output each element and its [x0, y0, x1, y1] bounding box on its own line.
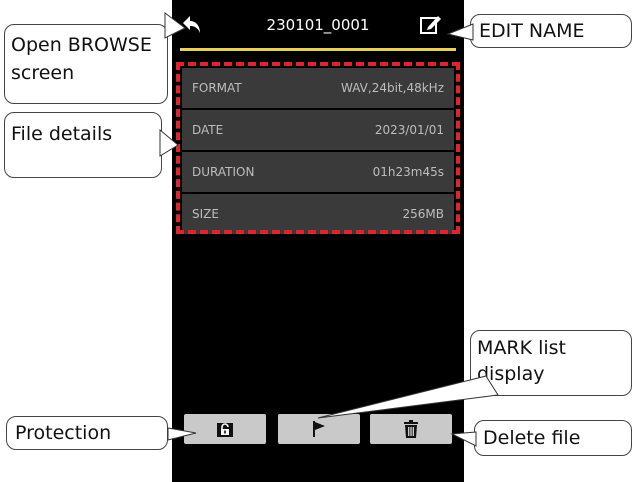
- device-screen: 230101_0001 FORMAT WAV,24bit,48kHz DATE …: [172, 0, 464, 482]
- detail-value: WAV,24bit,48kHz: [341, 81, 444, 95]
- mark-list-button[interactable]: [278, 414, 360, 444]
- callout-open-browse-line2: screen: [11, 62, 75, 84]
- callout-delete-file-label: Delete file: [483, 427, 581, 449]
- edit-name-button[interactable]: [418, 12, 444, 38]
- top-bar: 230101_0001: [172, 0, 464, 48]
- detail-row-date: DATE 2023/01/01: [182, 110, 454, 150]
- detail-label: DATE: [192, 123, 224, 137]
- callout-delete-file: Delete file: [474, 420, 632, 456]
- detail-row-format: FORMAT WAV,24bit,48kHz: [182, 68, 454, 108]
- back-arrow-icon: [183, 16, 200, 33]
- unlock-icon: [217, 423, 233, 437]
- callout-edit-name-label: EDIT NAME: [479, 20, 585, 42]
- callout-open-browse-line1: Open BROWSE: [11, 34, 152, 56]
- edit-icon: [420, 16, 441, 34]
- callout-mark-list: MARK list display: [470, 330, 632, 396]
- callout-mark-list-line2: display: [477, 363, 545, 385]
- callout-file-details-label: File details: [11, 123, 113, 145]
- protect-button[interactable]: [184, 414, 266, 444]
- file-details-panel: FORMAT WAV,24bit,48kHz DATE 2023/01/01 D…: [176, 62, 460, 234]
- detail-label: FORMAT: [192, 81, 242, 95]
- file-title: 230101_0001: [266, 16, 370, 34]
- detail-row-size: SIZE 256MB: [182, 194, 454, 234]
- detail-value: 2023/01/01: [374, 123, 444, 137]
- detail-label: DURATION: [192, 165, 255, 179]
- detail-value: 256MB: [402, 207, 445, 221]
- detail-row-duration: DURATION 01h23m45s: [182, 152, 454, 192]
- detail-value: 01h23m45s: [372, 165, 444, 179]
- detail-label: SIZE: [192, 207, 219, 221]
- callout-open-browse: Open BROWSE screen: [4, 24, 168, 104]
- flag-icon: [313, 421, 325, 437]
- delete-file-button[interactable]: [370, 414, 452, 444]
- callout-edit-name: EDIT NAME: [470, 14, 632, 48]
- trash-icon: [404, 420, 418, 438]
- callout-mark-list-line1: MARK list: [477, 337, 566, 359]
- title-underline: [180, 48, 456, 51]
- back-button[interactable]: [180, 12, 206, 38]
- callout-protection-label: Protection: [15, 422, 112, 444]
- callout-file-details: File details: [4, 112, 162, 178]
- callout-protection: Protection: [6, 416, 168, 450]
